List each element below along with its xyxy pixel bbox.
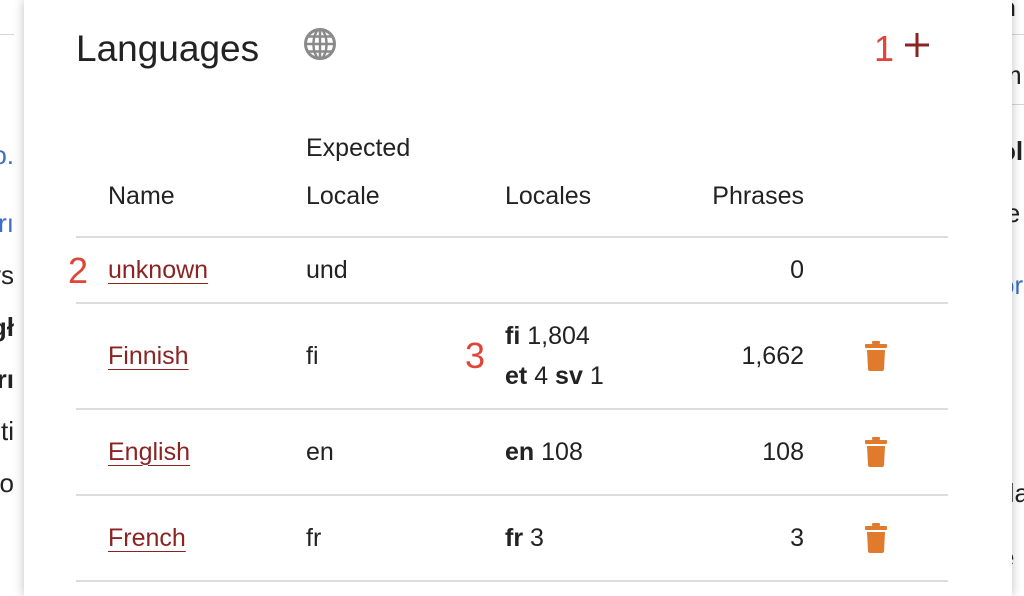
phrases-count: 0 xyxy=(688,236,804,303)
header-line: Expected xyxy=(306,134,411,162)
trash-icon xyxy=(865,523,887,554)
locale-line: en 108 xyxy=(505,432,688,472)
expected-locale: fr xyxy=(306,494,505,582)
column-header-locales[interactable]: Locales xyxy=(505,124,688,237)
plus-icon xyxy=(905,33,929,57)
languages-table: Name Expected Locale Locales Phrases unk… xyxy=(76,124,948,582)
phrases-count: 3 xyxy=(688,494,804,582)
locale-line: et 4 sv 1 xyxy=(505,356,688,396)
background-text: rs xyxy=(0,260,14,290)
column-header-phrases[interactable]: Phrases xyxy=(688,124,804,237)
locale-code: et xyxy=(505,362,528,390)
locale-count: 4 xyxy=(534,362,549,390)
expected-locale: und xyxy=(306,236,505,303)
table-row: Finnish fi fi 1,804 et 4 sv 1 1,662 xyxy=(76,302,948,409)
delete-language-button[interactable] xyxy=(865,341,887,372)
add-language-button[interactable] xyxy=(902,30,932,60)
phrases-count: 1,662 xyxy=(688,302,804,409)
delete-language-button[interactable] xyxy=(865,437,887,468)
background-text: ti xyxy=(1,416,14,446)
globe-icon xyxy=(304,28,336,60)
locale-code: en xyxy=(505,438,535,466)
locale-line: fi 1,804 xyxy=(505,316,688,356)
background-divider xyxy=(0,34,14,35)
locale-code: sv xyxy=(555,362,583,390)
table-row: unknown und 0 xyxy=(76,236,948,303)
background-text: o. xyxy=(0,140,14,170)
background-text: o xyxy=(0,468,14,498)
locale-code: fr xyxy=(505,524,524,552)
locales-cell xyxy=(505,236,688,303)
trash-icon xyxy=(865,341,887,372)
locale-line: fr 3 xyxy=(505,518,688,558)
locale-count: 1 xyxy=(589,362,604,390)
background-page-left: o. rı rs gł rı ti o xyxy=(0,0,14,596)
trash-icon xyxy=(865,437,887,468)
language-link-french[interactable]: French xyxy=(108,524,186,552)
actions-cell xyxy=(804,408,948,495)
locale-code: fi xyxy=(505,322,521,350)
languages-panel: Languages 1 2 3 Name Expected Locale Loc… xyxy=(24,0,1012,596)
locale-count: 1,804 xyxy=(527,322,590,350)
background-text: rı xyxy=(0,208,14,238)
column-header-name[interactable]: Name xyxy=(76,124,306,237)
marker-1: 1 xyxy=(874,28,895,69)
expected-locale: fi xyxy=(306,302,505,409)
header-line: Locale xyxy=(306,182,380,210)
locales-cell: fr 3 xyxy=(505,494,688,582)
page-title: Languages xyxy=(76,28,260,69)
actions-cell xyxy=(804,236,948,303)
locale-count: 108 xyxy=(541,438,583,466)
expected-locale: en xyxy=(306,408,505,495)
actions-cell xyxy=(804,302,948,409)
locales-cell: fi 1,804 et 4 sv 1 xyxy=(505,302,688,409)
table-row: English en en 108 108 xyxy=(76,408,948,495)
locale-count: 3 xyxy=(530,524,544,552)
column-header-expected-locale[interactable]: Expected Locale xyxy=(306,124,505,237)
background-text: rı xyxy=(0,364,14,394)
table-header-row: Name Expected Locale Locales Phrases xyxy=(76,124,948,237)
language-link-english[interactable]: English xyxy=(108,438,190,466)
delete-language-button[interactable] xyxy=(865,523,887,554)
column-header-actions xyxy=(804,124,948,237)
actions-cell xyxy=(804,494,948,582)
table-row: French fr fr 3 3 xyxy=(76,494,948,582)
language-link-finnish[interactable]: Finnish xyxy=(108,342,189,370)
phrases-count: 108 xyxy=(688,408,804,495)
locales-cell: en 108 xyxy=(505,408,688,495)
language-link-unknown[interactable]: unknown xyxy=(108,256,208,284)
background-text: gł xyxy=(0,312,14,342)
